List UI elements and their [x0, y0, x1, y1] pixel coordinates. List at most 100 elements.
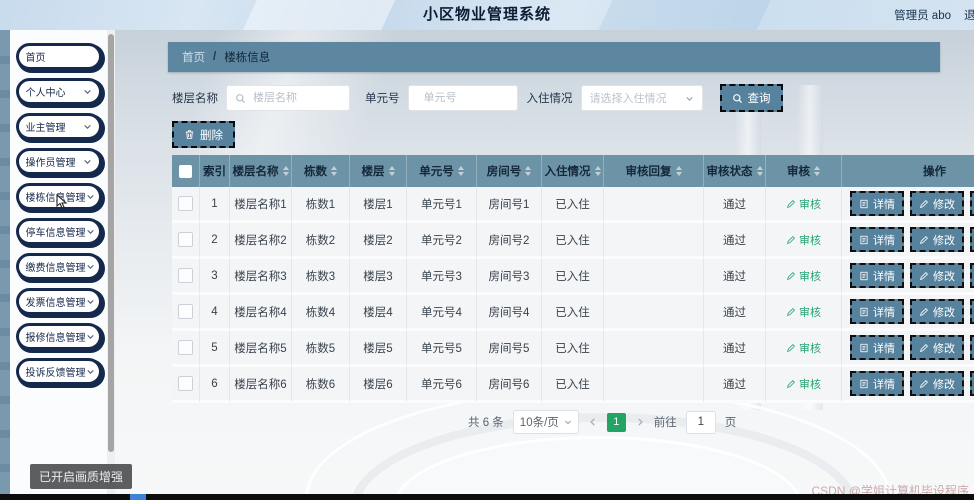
- occupancy-select[interactable]: 请选择入住情况: [580, 85, 703, 111]
- delete-row-button[interactable]: 删除: [970, 263, 974, 288]
- sort-icon[interactable]: [388, 166, 395, 176]
- edit-button[interactable]: 修改: [910, 191, 964, 216]
- sort-icon[interactable]: [525, 166, 532, 176]
- sort-icon[interactable]: [282, 166, 289, 176]
- name-search-input[interactable]: [251, 91, 341, 105]
- audit-link[interactable]: 审核: [786, 340, 821, 356]
- row-checkbox[interactable]: [178, 376, 193, 391]
- audit-link[interactable]: 审核: [786, 232, 821, 248]
- delete-row-button[interactable]: 删除: [970, 299, 974, 324]
- sort-icon[interactable]: [756, 166, 763, 176]
- edit-button[interactable]: 修改: [910, 263, 964, 288]
- unit-search-field[interactable]: [407, 85, 518, 111]
- column-header[interactable]: 审核: [766, 155, 842, 187]
- cell-audit-status: 通过: [704, 331, 766, 367]
- detail-button[interactable]: 详情: [850, 263, 904, 288]
- column-header[interactable]: 楼层名称: [230, 155, 292, 187]
- sidebar-menu-item[interactable]: 操作员管理: [15, 148, 102, 175]
- query-button[interactable]: 查询: [719, 84, 783, 112]
- sidebar-menu-item[interactable]: 投诉反馈管理: [15, 358, 102, 385]
- unit-search-input[interactable]: [421, 91, 512, 105]
- name-search-field[interactable]: [226, 85, 350, 111]
- cell-unit: 单元号1: [407, 187, 477, 223]
- breadcrumb-home[interactable]: 首页: [182, 49, 205, 65]
- edit-button[interactable]: 修改: [910, 227, 964, 252]
- scrollbar-thumb[interactable]: [108, 34, 114, 452]
- detail-button-label: 详情: [873, 198, 895, 211]
- cell-floor-name: 楼层名称2: [230, 223, 292, 259]
- detail-button[interactable]: 详情: [850, 227, 904, 252]
- sidebar-menu-item[interactable]: 停车信息管理: [15, 218, 102, 245]
- breadcrumb-current: 楼栋信息: [224, 52, 271, 64]
- cell-room: 房间号3: [477, 259, 542, 295]
- cell-audit-status: 通过: [704, 259, 766, 295]
- select-all-checkbox[interactable]: [179, 164, 192, 178]
- detail-button[interactable]: 详情: [850, 299, 904, 324]
- chevron-down-icon: [86, 229, 94, 234]
- sort-icon[interactable]: [331, 166, 337, 176]
- sort-icon[interactable]: [594, 166, 601, 176]
- pencil-icon: [919, 307, 929, 316]
- cell-checkbox: [172, 187, 200, 223]
- pencil-icon: [919, 199, 929, 208]
- prev-page-button[interactable]: [588, 417, 598, 427]
- video-progress-fill: [130, 494, 146, 500]
- audit-link[interactable]: 审核: [786, 304, 821, 320]
- goto-page-input[interactable]: [685, 410, 716, 434]
- detail-button-label: 详情: [873, 234, 895, 247]
- row-checkbox[interactable]: [178, 196, 193, 211]
- sidebar-menu-item[interactable]: 缴费信息管理: [15, 253, 102, 280]
- page-size-select[interactable]: 10条/页: [512, 410, 579, 434]
- audit-link[interactable]: 审核: [786, 196, 821, 212]
- cell-room: 房间号6: [477, 367, 542, 403]
- detail-button[interactable]: 详情: [850, 335, 904, 360]
- delete-row-button[interactable]: 删除: [970, 227, 974, 252]
- cell-checkbox: [172, 295, 200, 331]
- cell-floor-name: 楼层名称3: [230, 259, 292, 295]
- row-checkbox[interactable]: [178, 268, 193, 283]
- chevron-down-icon: [83, 159, 91, 164]
- audit-link[interactable]: 审核: [786, 268, 821, 284]
- sort-icon[interactable]: [675, 166, 682, 176]
- chevron-down-icon: [86, 369, 94, 374]
- delete-row-button[interactable]: 删除: [970, 191, 974, 216]
- edit-button[interactable]: 修改: [910, 299, 964, 324]
- edit-button[interactable]: 修改: [910, 335, 964, 360]
- sidebar-scrollbar[interactable]: [107, 30, 115, 493]
- next-page-button[interactable]: [635, 417, 645, 427]
- sidebar-menu-item[interactable]: 报修信息管理: [15, 323, 102, 350]
- cell-room: 房间号4: [477, 295, 542, 331]
- chevron-down-icon: [564, 420, 571, 425]
- audit-link-label: 审核: [799, 342, 821, 355]
- column-header[interactable]: 索引: [200, 155, 230, 187]
- row-checkbox[interactable]: [178, 304, 193, 319]
- delete-row-button[interactable]: 删除: [970, 371, 974, 396]
- column-header[interactable]: 操作: [842, 155, 974, 187]
- sidebar-menu-item[interactable]: 业主管理: [15, 113, 102, 140]
- detail-button[interactable]: 详情: [850, 191, 904, 216]
- logout-link[interactable]: 退出: [964, 7, 974, 23]
- sidebar-menu-item[interactable]: 发票信息管理: [15, 288, 102, 315]
- cell-actions: 详情 修改 删除: [842, 367, 974, 403]
- column-header[interactable]: 楼层: [350, 155, 407, 187]
- sidebar-menu-item[interactable]: 首页: [15, 43, 102, 70]
- sort-icon[interactable]: [814, 166, 820, 176]
- sort-icon[interactable]: [457, 166, 464, 176]
- sidebar-menu-item[interactable]: 个人中心: [15, 78, 102, 105]
- column-header[interactable]: 单元号: [407, 155, 477, 187]
- current-page-button[interactable]: 1: [606, 412, 626, 432]
- audit-link[interactable]: 审核: [786, 376, 821, 392]
- column-header[interactable]: 房间号: [477, 155, 542, 187]
- delete-row-button[interactable]: 删除: [970, 335, 974, 360]
- edit-button[interactable]: 修改: [910, 371, 964, 396]
- video-progress-bar[interactable]: [0, 494, 974, 500]
- column-header[interactable]: 入住情况: [542, 155, 604, 187]
- column-header[interactable]: 审核回复: [604, 155, 704, 187]
- row-checkbox[interactable]: [178, 340, 193, 355]
- top-header: 小区物业管理系统 管理员 abo 退出: [0, 0, 974, 30]
- row-checkbox[interactable]: [178, 232, 193, 247]
- column-header[interactable]: 审核状态: [704, 155, 766, 187]
- batch-delete-button[interactable]: 删除: [172, 121, 235, 148]
- column-header[interactable]: 栋数: [292, 155, 350, 187]
- detail-button[interactable]: 详情: [850, 371, 904, 396]
